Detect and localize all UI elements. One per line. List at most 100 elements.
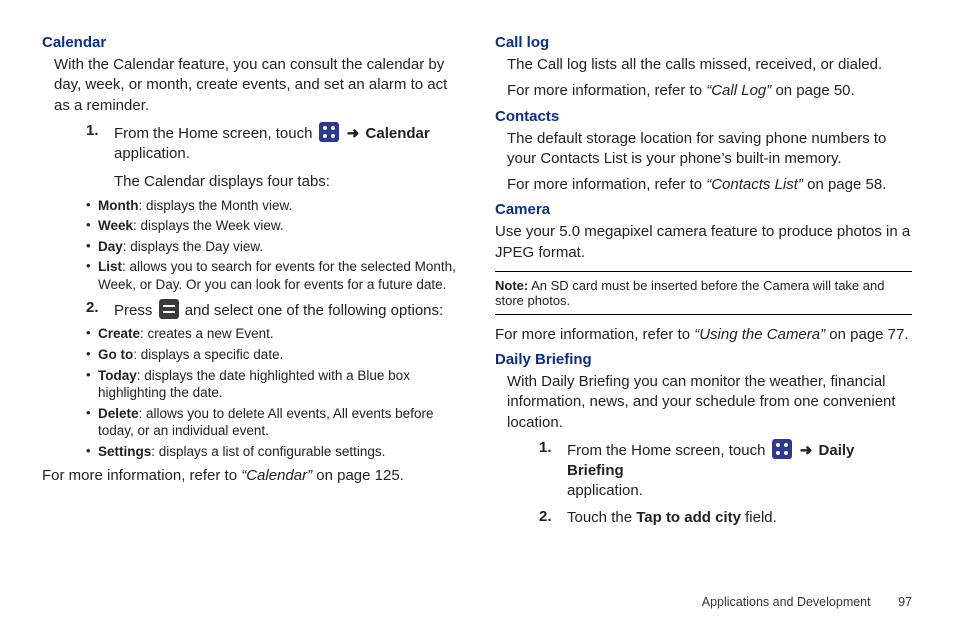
bullet-delete: • Delete: allows you to delete All event… (86, 405, 459, 440)
bullet-list: • List: allows you to search for events … (86, 258, 459, 293)
bullet-content: Today: displays the date highlighted wit… (98, 367, 459, 402)
footer-section: Applications and Development (702, 595, 871, 609)
left-column: Calendar With the Calendar feature, you … (42, 30, 477, 585)
note-label: Note: (495, 278, 528, 293)
bullet-dot: • (86, 217, 98, 235)
bullet-day: • Day: displays the Day view. (86, 238, 459, 256)
calendar-more-info: For more information, refer to “Calendar… (42, 466, 459, 486)
text: From the Home screen, touch (567, 442, 770, 459)
step-body: From the Home screen, touch ➜ Calendar a… (114, 122, 459, 193)
bullet-content: Settings: displays a list of configurabl… (98, 443, 459, 461)
bullet-dot: • (86, 238, 98, 256)
text: application. (567, 481, 912, 501)
calendar-tabs-intro: The Calendar displays four tabs: (114, 172, 459, 192)
daily-text: With Daily Briefing you can monitor the … (495, 372, 912, 433)
bullet-content: Go to: displays a specific date. (98, 346, 459, 364)
text: For more information, refer to (507, 176, 706, 193)
bullet-dot: • (86, 258, 98, 293)
label: Month (98, 198, 138, 213)
bullet-content: Day: displays the Day view. (98, 238, 459, 256)
camera-text: Use your 5.0 megapixel camera feature to… (495, 222, 912, 263)
heading-contacts: Contacts (495, 108, 912, 125)
label: Today (98, 368, 137, 383)
text: on page 125. (316, 467, 404, 484)
step-body: Press and select one of the following op… (114, 299, 459, 321)
reference: “Contacts List” (706, 176, 807, 193)
reference: “Call Log” (706, 82, 775, 99)
heading-call-log: Call log (495, 34, 912, 51)
text: application. (114, 144, 459, 164)
bullet-dot: • (86, 367, 98, 402)
camera-note: Note: An SD card must be inserted before… (495, 271, 912, 315)
bullet-content: Create: creates a new Event. (98, 325, 459, 343)
label: Delete (98, 406, 139, 421)
bullet-week: • Week: displays the Week view. (86, 217, 459, 235)
heading-calendar: Calendar (42, 34, 459, 51)
reference: “Using the Camera” (694, 326, 829, 343)
label: Go to (98, 347, 133, 362)
apps-grid-icon (772, 439, 792, 459)
text: : allows you to delete All events, All e… (98, 406, 433, 439)
contacts-more-info: For more information, refer to “Contacts… (495, 175, 912, 195)
arrow-icon: ➜ (800, 441, 813, 461)
bullet-today: • Today: displays the date highlighted w… (86, 367, 459, 402)
right-column: Call log The Call log lists all the call… (477, 30, 912, 585)
bullet-month: • Month: displays the Month view. (86, 197, 459, 215)
tap-to-add-city-label: Tap to add city (636, 509, 741, 526)
bullet-create: • Create: creates a new Event. (86, 325, 459, 343)
menu-key-icon (159, 299, 179, 319)
step-body: From the Home screen, touch ➜ Daily Brie… (567, 439, 912, 502)
text: Touch the (567, 509, 636, 526)
text: For more information, refer to (495, 326, 694, 343)
label: Settings (98, 444, 151, 459)
text: : displays the Week view. (133, 218, 284, 233)
bullet-content: Delete: allows you to delete All events,… (98, 405, 459, 440)
calendar-intro: With the Calendar feature, you can consu… (42, 55, 459, 116)
label: Day (98, 239, 123, 254)
text: on page 77. (829, 326, 908, 343)
note-text: An SD card must be inserted before the C… (495, 278, 884, 308)
step-number: 2. (86, 299, 114, 321)
camera-more-info: For more information, refer to “Using th… (495, 325, 912, 345)
bullet-dot: • (86, 197, 98, 215)
calllog-more-info: For more information, refer to “Call Log… (495, 81, 912, 101)
text: on page 58. (807, 176, 886, 193)
text: : creates a new Event. (140, 326, 274, 341)
calllog-text: The Call log lists all the calls missed,… (495, 55, 912, 75)
text: : displays a list of configurable settin… (151, 444, 385, 459)
label: List (98, 259, 122, 274)
calendar-step-1: 1. From the Home screen, touch ➜ Calenda… (42, 122, 459, 193)
text: : displays the Month view. (138, 198, 292, 213)
heading-camera: Camera (495, 201, 912, 218)
step-body: Touch the Tap to add city field. (567, 508, 912, 528)
calendar-step-2: 2. Press and select one of the following… (42, 299, 459, 321)
text: For more information, refer to (42, 467, 241, 484)
step-number: 2. (539, 508, 567, 528)
page-footer: Applications and Development 97 (0, 595, 954, 609)
text: From the Home screen, touch (114, 125, 317, 142)
bullet-settings: • Settings: displays a list of configura… (86, 443, 459, 461)
text: Press (114, 302, 157, 319)
bullet-content: List: allows you to search for events fo… (98, 258, 459, 293)
heading-daily-briefing: Daily Briefing (495, 351, 912, 368)
text: field. (741, 509, 777, 526)
text: and select one of the following options: (185, 302, 444, 319)
label: Week (98, 218, 133, 233)
page-number: 97 (898, 595, 912, 609)
bullet-content: Month: displays the Month view. (98, 197, 459, 215)
text: : displays the Day view. (123, 239, 263, 254)
reference: “Calendar” (241, 467, 316, 484)
text: : allows you to search for events for th… (98, 259, 456, 292)
apps-grid-icon (319, 122, 339, 142)
bullet-dot: • (86, 325, 98, 343)
step-number: 1. (86, 122, 114, 193)
arrow-icon: ➜ (347, 124, 360, 144)
bullet-goto: • Go to: displays a specific date. (86, 346, 459, 364)
text: on page 50. (775, 82, 854, 99)
step-number: 1. (539, 439, 567, 502)
bullet-dot: • (86, 443, 98, 461)
bullet-dot: • (86, 405, 98, 440)
calendar-label: Calendar (366, 125, 430, 142)
text: : displays a specific date. (133, 347, 283, 362)
text: : displays the date highlighted with a B… (98, 368, 410, 401)
